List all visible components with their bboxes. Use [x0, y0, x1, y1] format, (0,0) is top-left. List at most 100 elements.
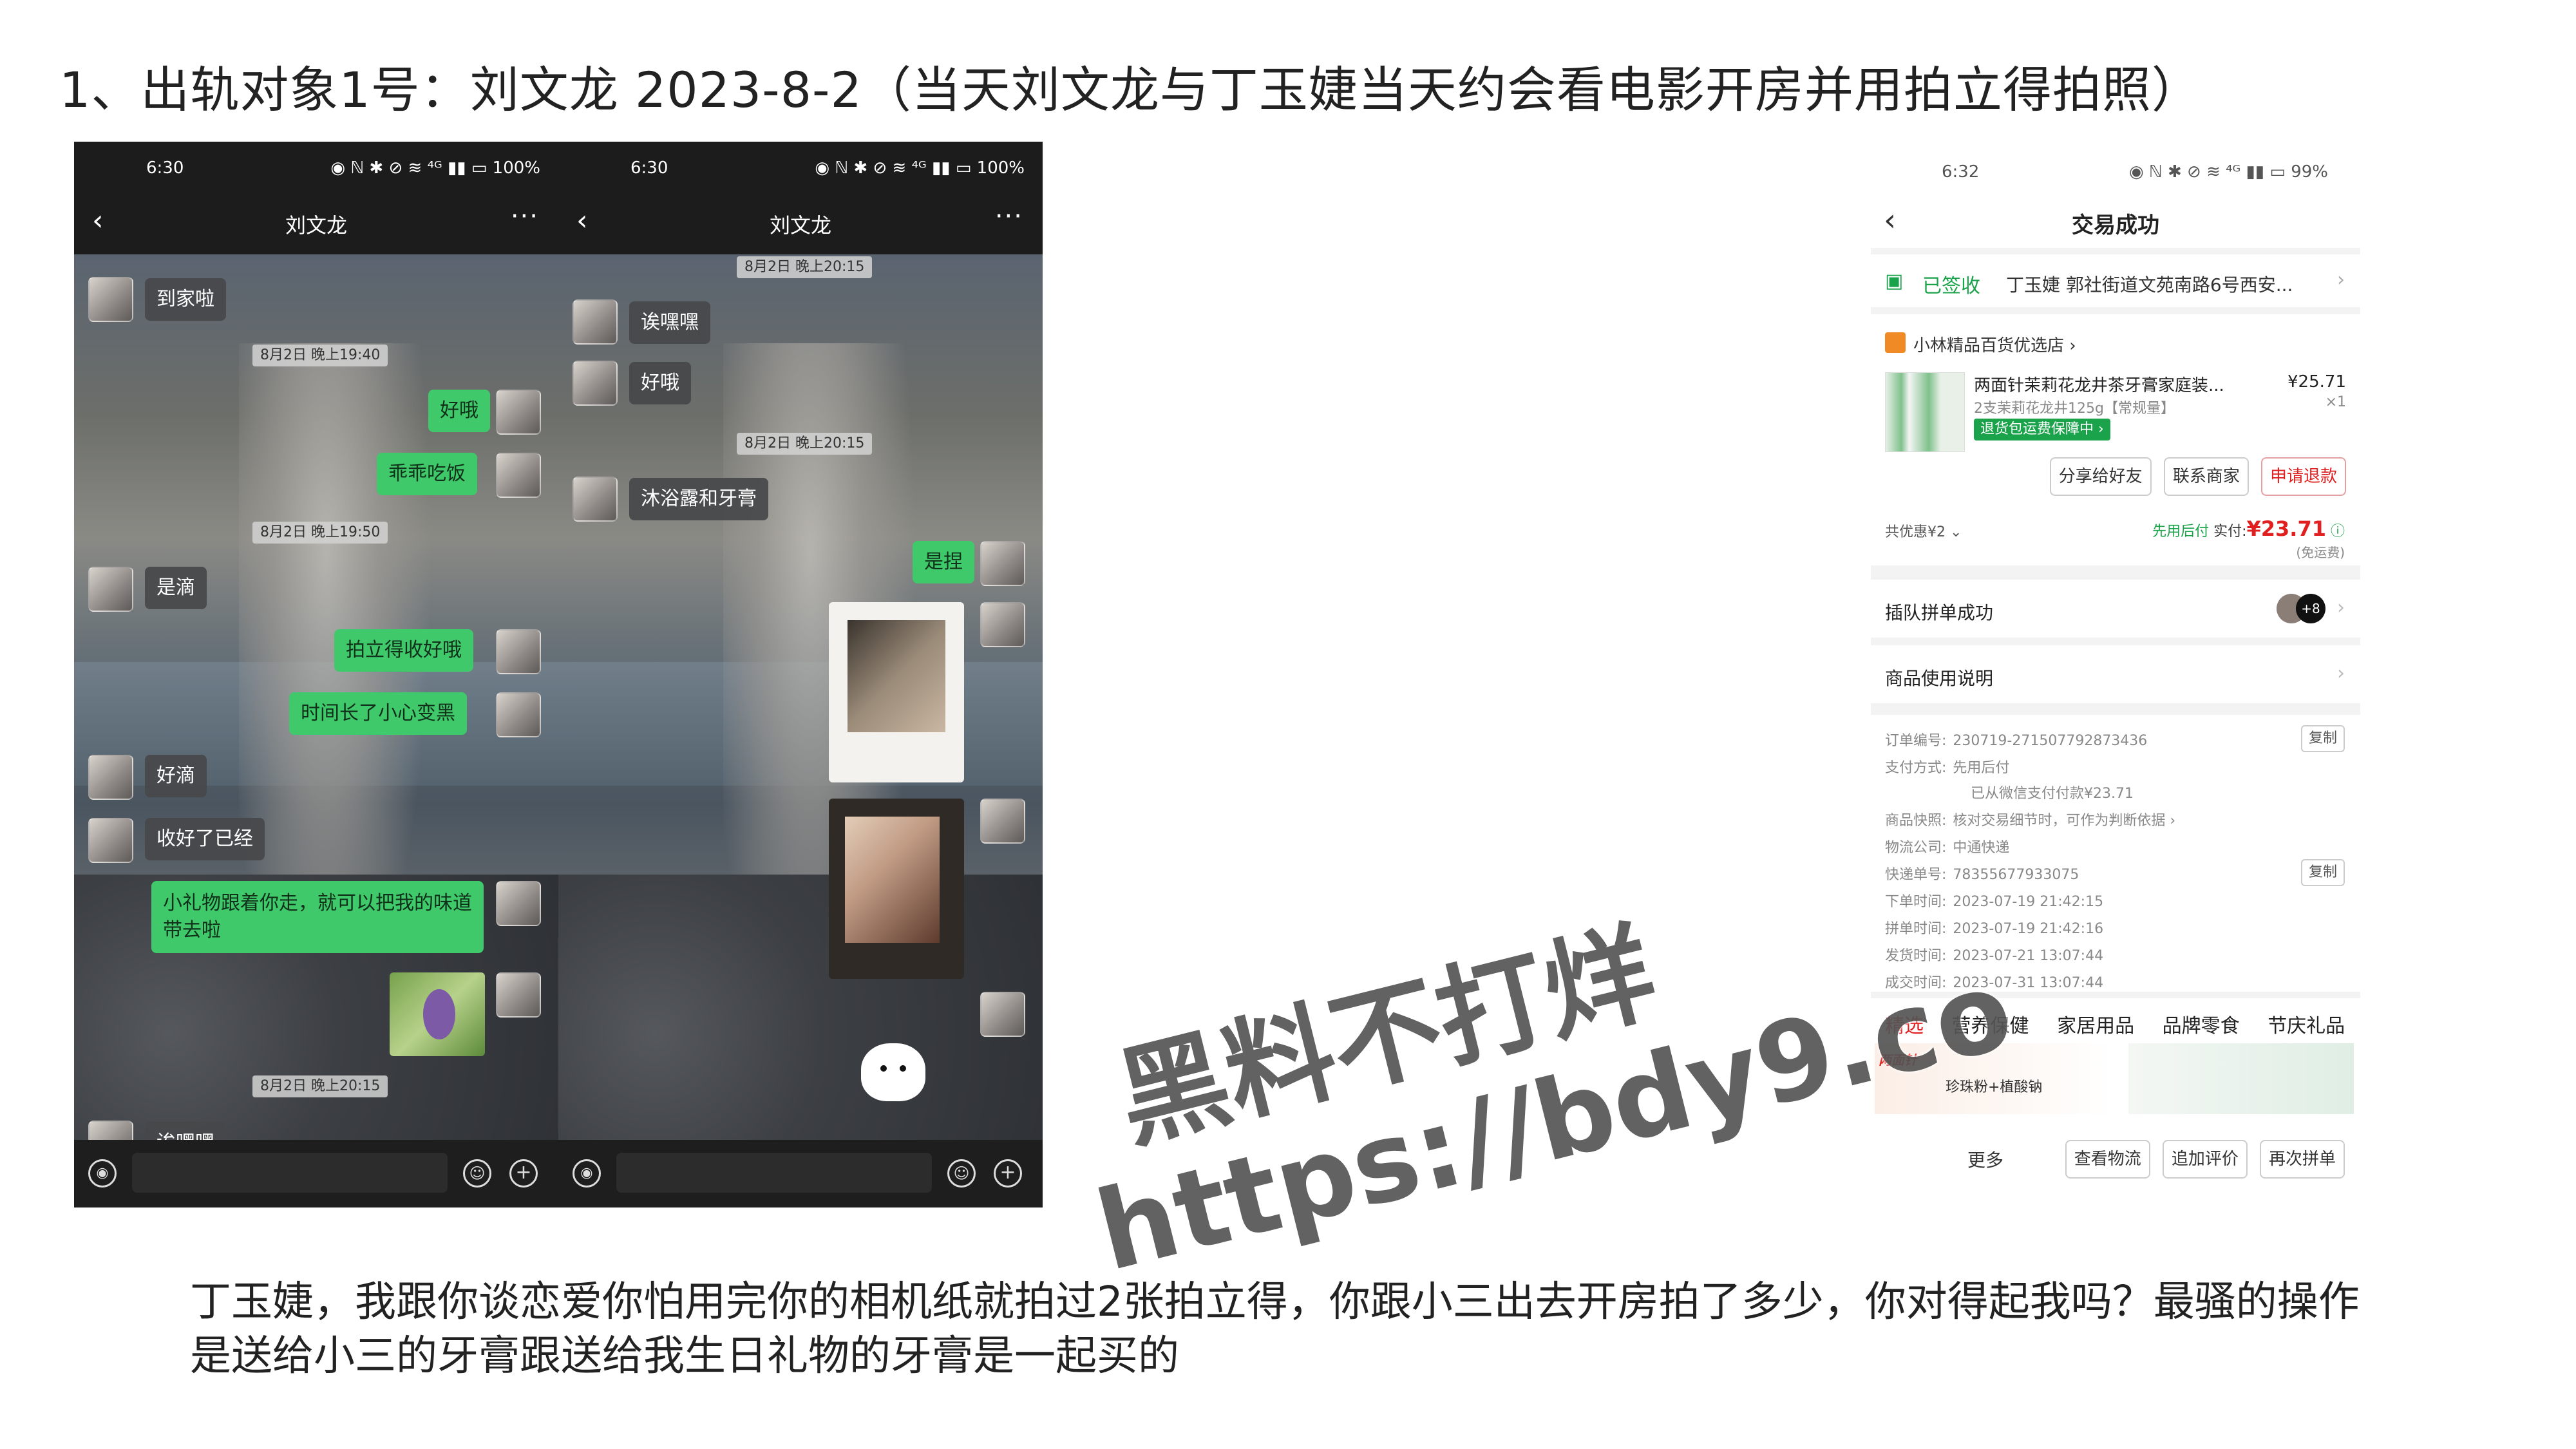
view-logistics-button[interactable]: 查看物流: [2065, 1140, 2150, 1179]
chevron-right-icon: ›: [2337, 662, 2345, 685]
status-bar: 6:30 ◉ ℕ ✱ ⊘ ≋ ⁴ᴳ ▮▮ ▭ 100%: [74, 142, 558, 190]
status-icons: ◉ ℕ ✱ ⊘ ≋ ⁴ᴳ ▮▮ ▭ 100%: [815, 158, 1025, 178]
product-name[interactable]: 两面针茉莉花龙井茶牙膏家庭装...: [1974, 372, 2224, 396]
self-avatar[interactable]: [980, 541, 1025, 586]
info-label: 订单编号:: [1885, 733, 1947, 749]
sticker-eye: [880, 1065, 887, 1072]
dog-sticker[interactable]: [861, 1043, 925, 1101]
message-outgoing[interactable]: 是捏: [913, 541, 974, 583]
contact-avatar[interactable]: [573, 477, 618, 522]
tab-gifts[interactable]: 节庆礼品: [2268, 1015, 2345, 1037]
message-outgoing[interactable]: 乖乖吃饭: [377, 453, 477, 495]
message-outgoing[interactable]: 拍立得收好哦: [334, 629, 473, 672]
self-avatar[interactable]: [980, 799, 1025, 844]
more-options-icon[interactable]: ···: [995, 202, 1023, 231]
group-count: +8: [2296, 594, 2325, 623]
image-message-polaroid[interactable]: [829, 799, 964, 979]
promo-card[interactable]: [2128, 1043, 2354, 1114]
image-message[interactable]: [390, 972, 485, 1056]
timestamp: 8月2日 晚上19:50: [252, 522, 388, 544]
contact-seller-button[interactable]: 联系商家: [2163, 457, 2249, 496]
voice-icon[interactable]: ◉: [88, 1159, 117, 1188]
self-avatar[interactable]: [496, 453, 541, 498]
self-avatar[interactable]: [496, 972, 541, 1018]
order-number: 订单编号: 230719-271507792873436: [1885, 729, 2147, 750]
emoji-icon[interactable]: ☺: [463, 1159, 491, 1188]
tab-household[interactable]: 家居用品: [2057, 1015, 2134, 1037]
product-price: ¥25.71: [2287, 372, 2346, 392]
message-incoming[interactable]: 诶嘿嘿: [629, 301, 710, 344]
voice-icon[interactable]: ◉: [573, 1159, 601, 1188]
discount-total[interactable]: 共优惠¥2 ⌄: [1885, 520, 1962, 541]
info-icon[interactable]: ⓘ: [2331, 524, 2345, 540]
message-incoming[interactable]: 到家啦: [145, 278, 226, 321]
share-button[interactable]: 分享给好友: [2049, 457, 2152, 496]
group-buy-row[interactable]: 插队拼单成功 +8 ›: [1871, 580, 2360, 638]
bottom-actions: 查看物流 追加评价 再次拼单: [2056, 1140, 2345, 1179]
info-label: 支付方式:: [1885, 760, 1947, 776]
info-value: 先用后付: [1953, 760, 2010, 776]
order-nav-bar: ‹ 交易成功: [1871, 193, 2360, 248]
contact-avatar[interactable]: [573, 299, 618, 345]
shop-name[interactable]: 小林精品百货优选店 ›: [1913, 332, 2076, 356]
self-avatar[interactable]: [980, 992, 1025, 1037]
paid-label: 实付:: [2213, 524, 2247, 540]
message-incoming[interactable]: 好滴: [145, 755, 207, 797]
chat-input-bar: ◉ ☺ +: [558, 1140, 1043, 1208]
product-quantity: ×1: [2325, 394, 2346, 410]
message-incoming[interactable]: 好哦: [629, 362, 691, 404]
self-avatar[interactable]: [496, 881, 541, 926]
regroup-button[interactable]: 再次拼单: [2259, 1140, 2345, 1179]
contact-avatar[interactable]: [88, 567, 133, 612]
tab-snacks[interactable]: 品牌零食: [2163, 1015, 2240, 1037]
goods-actions: 分享给好友 联系商家 申请退款: [2041, 457, 2346, 496]
plus-icon[interactable]: +: [509, 1159, 538, 1188]
chevron-right-icon: ›: [2337, 596, 2345, 619]
order-title: 交易成功: [2072, 213, 2159, 238]
usage-instructions-row[interactable]: 商品使用说明 ›: [1871, 645, 2360, 703]
message-outgoing[interactable]: 小礼物跟着你走，就可以把我的味道带去啦: [151, 881, 484, 953]
message-input[interactable]: [132, 1153, 448, 1193]
chat-input-bar: ◉ ☺ +: [74, 1140, 558, 1208]
chat-title: 刘文龙: [769, 213, 831, 238]
return-shipping-badge[interactable]: 退货包运费保障中 ›: [1974, 419, 2110, 440]
more-options-icon[interactable]: ···: [511, 202, 539, 231]
snapshot[interactable]: 商品快照: 核对交易细节时，可作为判断依据 ›: [1885, 809, 2175, 829]
message-incoming[interactable]: 是滴: [145, 567, 207, 609]
caption-text: 丁玉婕，我跟你谈恋爱你怕用完你的相机纸就拍过2张拍立得，你跟小三出去开房拍了多少…: [190, 1278, 2360, 1380]
message-outgoing[interactable]: 时间长了小心变黑: [289, 692, 467, 735]
self-avatar[interactable]: [496, 629, 541, 674]
request-refund-button[interactable]: 申请退款: [2260, 457, 2346, 496]
status-bar: 6:30 ◉ ℕ ✱ ⊘ ≋ ⁴ᴳ ▮▮ ▭ 100%: [558, 142, 1043, 190]
shop-icon: [1885, 332, 1906, 353]
contact-avatar[interactable]: [88, 277, 133, 322]
more-button[interactable]: 更多: [1967, 1146, 2003, 1172]
message-incoming[interactable]: 沐浴露和牙膏: [629, 478, 768, 520]
page-heading: 1、出轨对象1号：刘文龙 2023-8-2（当天刘文龙与丁玉婕当天约会看电影开房…: [59, 61, 2201, 118]
plus-icon[interactable]: +: [994, 1159, 1022, 1188]
usage-label: 商品使用说明: [1885, 668, 1994, 689]
contact-avatar[interactable]: [88, 755, 133, 800]
image-message-polaroid[interactable]: [829, 602, 964, 782]
self-avatar[interactable]: [496, 390, 541, 435]
timestamp: 8月2日 晚上20:15: [252, 1075, 388, 1097]
delivery-status-row[interactable]: ▣ 已签收 丁玉婕 郭社街道文苑南路6号西安... ›: [1871, 254, 2360, 307]
message-outgoing[interactable]: 好哦: [428, 390, 490, 432]
chat-nav-bar: ‹ 刘文龙 ···: [558, 190, 1043, 254]
copy-tracking-number-button[interactable]: 复制: [2300, 859, 2345, 886]
add-review-button[interactable]: 追加评价: [2162, 1140, 2248, 1179]
product-thumbnail[interactable]: [1885, 372, 1965, 452]
self-avatar[interactable]: [496, 692, 541, 737]
emoji-icon[interactable]: ☺: [947, 1159, 976, 1188]
contact-avatar[interactable]: [88, 818, 133, 863]
contact-avatar[interactable]: [573, 361, 618, 406]
delivery-address: 丁玉婕 郭社街道文苑南路6号西安...: [2006, 274, 2293, 296]
message-input[interactable]: [616, 1153, 932, 1193]
pay-note: 已从微信支付付款¥23.71: [1971, 786, 2134, 802]
copy-order-number-button[interactable]: 复制: [2300, 725, 2345, 752]
message-incoming[interactable]: 收好了已经: [145, 818, 265, 860]
timestamp: 8月2日 晚上20:15: [737, 433, 873, 455]
polaroid-photo: [845, 817, 940, 943]
self-avatar[interactable]: [980, 602, 1025, 647]
paid-amount-line: 先用后付 实付:¥23.71 ⓘ: [2152, 516, 2345, 541]
